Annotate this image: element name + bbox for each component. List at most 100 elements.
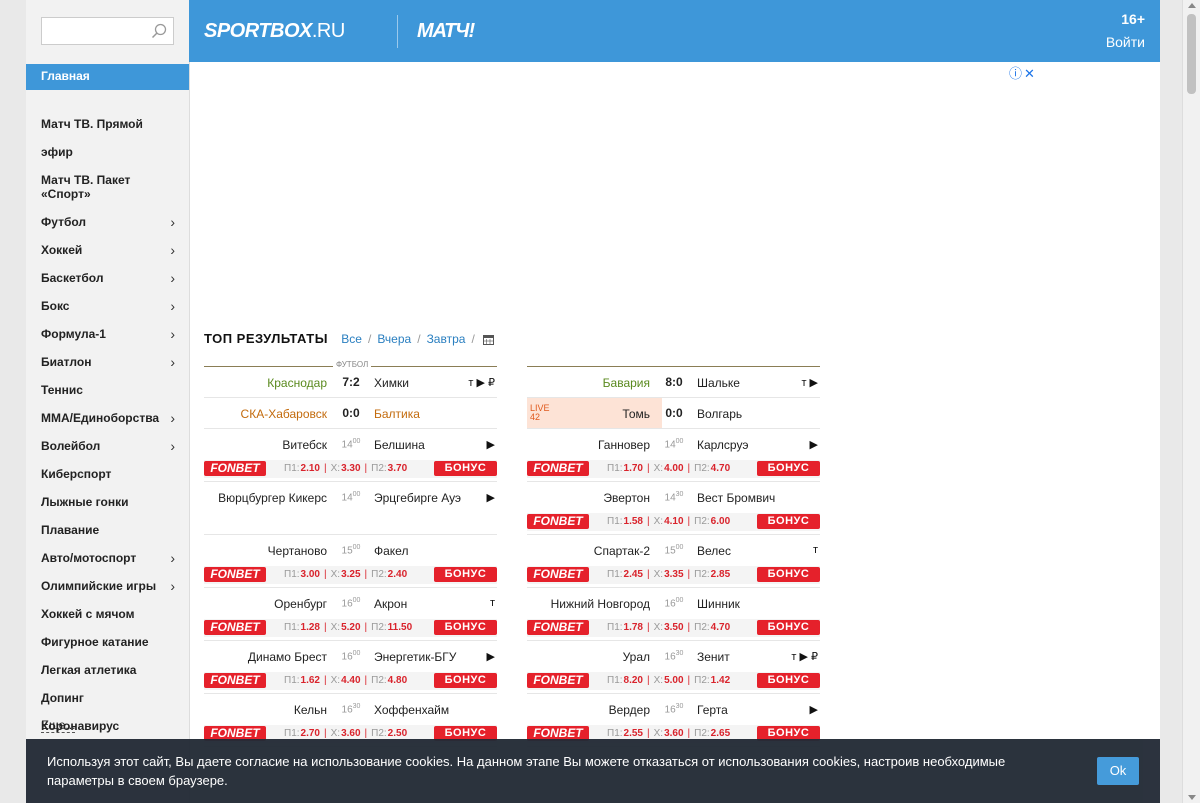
- home-team[interactable]: Динамо Брест: [248, 650, 327, 664]
- scrollbar-thumb[interactable]: [1187, 14, 1196, 94]
- away-team[interactable]: Карлсруэ: [697, 438, 748, 452]
- away-team[interactable]: Шальке: [697, 376, 740, 390]
- home-team[interactable]: Ганновер: [598, 438, 650, 452]
- cookie-ok-button[interactable]: Ok: [1097, 757, 1139, 785]
- match-row[interactable]: Краснодар 7:2 Химки т ▶ ₽: [204, 367, 497, 398]
- broadcast-icons[interactable]: т ▶ ₽: [468, 376, 495, 389]
- sportbox-logo[interactable]: SPORTBOX.RU: [204, 20, 345, 43]
- away-team[interactable]: Эрцгебирге Ауэ: [374, 491, 461, 505]
- home-team[interactable]: СКА-Хабаровск: [241, 407, 327, 421]
- odds-values[interactable]: П1:1.28 | Х:5.20 | П2:11.50: [284, 622, 412, 633]
- home-team[interactable]: Вердер: [609, 703, 650, 717]
- fonbet-logo[interactable]: FONBET: [527, 514, 589, 529]
- odds-values[interactable]: П1:3.00 | Х:3.25 | П2:2.40: [284, 569, 407, 580]
- search-input[interactable]: [46, 18, 150, 44]
- fonbet-logo[interactable]: FONBET: [527, 461, 589, 476]
- odds-value-p1[interactable]: 8.20: [624, 675, 643, 686]
- sidebar-item[interactable]: Биатлон ›: [26, 348, 189, 376]
- odds-values[interactable]: П1:2.45 | Х:3.35 | П2:2.85: [607, 569, 730, 580]
- odds-values[interactable]: П1:8.20 | Х:5.00 | П2:1.42: [607, 675, 730, 686]
- away-team[interactable]: Вест Бромвич: [697, 491, 775, 505]
- home-team[interactable]: Оренбург: [274, 597, 327, 611]
- fonbet-logo[interactable]: FONBET: [527, 673, 589, 688]
- match-row[interactable]: Оренбург 1600 Акрон т FONBET П1:1.28 | Х:5.20 | П…: [204, 588, 497, 641]
- odds-value-p1[interactable]: 2.45: [624, 569, 643, 580]
- match-row[interactable]: LIVE 42 Томь 0:0 Волгарь: [527, 398, 820, 429]
- sidebar-item[interactable]: Олимпийские игры ›: [26, 572, 189, 600]
- match-score[interactable]: 8:0: [662, 375, 686, 389]
- home-team[interactable]: Витебск: [282, 438, 327, 452]
- sidebar-item[interactable]: Волейбол ›: [26, 432, 189, 460]
- away-team[interactable]: Факел: [374, 544, 408, 558]
- fonbet-logo[interactable]: FONBET: [527, 567, 589, 582]
- sidebar-item[interactable]: Плавание: [26, 516, 189, 544]
- odds-value-x[interactable]: 5.20: [341, 622, 360, 633]
- bonus-button[interactable]: БОНУС: [434, 673, 497, 688]
- home-team[interactable]: Кельн: [294, 703, 327, 717]
- login-link[interactable]: Войти: [1106, 34, 1145, 50]
- odds-value-p2[interactable]: 2.85: [711, 569, 730, 580]
- odds-value-x[interactable]: 3.35: [664, 569, 683, 580]
- match-score[interactable]: 0:0: [339, 406, 363, 420]
- odds-value-x[interactable]: 3.60: [664, 728, 683, 739]
- odds-values[interactable]: П1:1.62 | Х:4.40 | П2:4.80: [284, 675, 407, 686]
- sidebar-item[interactable]: Легкая атлетика: [26, 656, 189, 684]
- sidebar-more-link[interactable]: Еще...: [41, 718, 76, 733]
- ad-close-icon[interactable]: ✕: [1024, 66, 1035, 81]
- scroll-down-arrow[interactable]: [1188, 795, 1196, 800]
- bonus-button[interactable]: БОНУС: [434, 461, 497, 476]
- fonbet-logo[interactable]: FONBET: [204, 567, 266, 582]
- odds-value-p2[interactable]: 4.70: [711, 463, 730, 474]
- odds-value-p2[interactable]: 2.40: [388, 569, 407, 580]
- match-logo[interactable]: МАТЧ!: [417, 20, 475, 43]
- odds-value-x[interactable]: 3.60: [341, 728, 360, 739]
- odds-value-p1[interactable]: 2.10: [301, 463, 320, 474]
- sidebar-item[interactable]: Бокс ›: [26, 292, 189, 320]
- odds-values[interactable]: П1:1.58 | Х:4.10 | П2:6.00: [607, 516, 730, 527]
- home-team[interactable]: Нижний Новгород: [551, 597, 650, 611]
- search-box[interactable]: [41, 17, 174, 45]
- match-row[interactable]: Чертаново 1500 Факел FONBET П1:3.00 | Х:3.25 | П…: [204, 535, 497, 588]
- scrollbar[interactable]: [1182, 0, 1200, 803]
- home-team[interactable]: Вюрцбургер Кикерс: [218, 491, 327, 505]
- sidebar-item[interactable]: Матч ТВ. Пакет «Спорт»: [26, 166, 189, 208]
- bonus-button[interactable]: БОНУС: [757, 673, 820, 688]
- bonus-button[interactable]: БОНУС: [757, 567, 820, 582]
- calendar-icon[interactable]: [482, 334, 494, 346]
- odds-value-p1[interactable]: 1.70: [624, 463, 643, 474]
- away-team[interactable]: Герта: [697, 703, 728, 717]
- home-team[interactable]: Чертаново: [268, 544, 327, 558]
- sidebar-item[interactable]: Теннис: [26, 376, 189, 404]
- broadcast-icons[interactable]: т: [813, 544, 818, 556]
- filter-yesterday[interactable]: Вчера: [377, 332, 411, 346]
- away-team[interactable]: Зенит: [697, 650, 730, 664]
- match-row[interactable]: Бавария 8:0 Шальке т ▶: [527, 367, 820, 398]
- odds-value-p1[interactable]: 3.00: [301, 569, 320, 580]
- fonbet-logo[interactable]: FONBET: [204, 620, 266, 635]
- odds-value-x[interactable]: 4.10: [664, 516, 683, 527]
- broadcast-icons[interactable]: ▶: [487, 438, 495, 451]
- match-row[interactable]: Динамо Брест 1600 Энергетик-БГУ ▶ FONBET П1:1…: [204, 641, 497, 694]
- fonbet-logo[interactable]: FONBET: [204, 673, 266, 688]
- sidebar-item[interactable]: Матч ТВ. Прямой эфир: [26, 110, 189, 166]
- sidebar-item[interactable]: Формула-1 ›: [26, 320, 189, 348]
- odds-values[interactable]: П1:1.70 | Х:4.00 | П2:4.70: [607, 463, 730, 474]
- match-row[interactable]: Витебск 1400 Белшина ▶ FONBET П1:2.10 | Х:3.30 |…: [204, 429, 497, 482]
- odds-value-p2[interactable]: 4.70: [711, 622, 730, 633]
- bonus-button[interactable]: БОНУС: [757, 514, 820, 529]
- scroll-up-arrow[interactable]: [1188, 3, 1196, 8]
- odds-value-x[interactable]: 3.30: [341, 463, 360, 474]
- sidebar-item[interactable]: Хоккей ›: [26, 236, 189, 264]
- sidebar-item[interactable]: Хоккей с мячом: [26, 600, 189, 628]
- broadcast-icons[interactable]: т ▶: [801, 376, 818, 389]
- home-team[interactable]: Спартак-2: [594, 544, 650, 558]
- home-team[interactable]: Урал: [623, 650, 650, 664]
- match-row[interactable]: Спартак-2 1500 Велес т FONBET П1:2.45 | Х:3.35 |…: [527, 535, 820, 588]
- away-team[interactable]: Химки: [374, 376, 409, 390]
- odds-value-p2[interactable]: 11.50: [388, 622, 412, 633]
- broadcast-icons[interactable]: ▶: [810, 438, 818, 451]
- home-team[interactable]: Краснодар: [267, 376, 327, 390]
- odds-value-p2[interactable]: 2.65: [711, 728, 730, 739]
- sidebar-item[interactable]: Допинг: [26, 684, 189, 712]
- odds-values[interactable]: П1:2.55 | Х:3.60 | П2:2.65: [607, 728, 730, 739]
